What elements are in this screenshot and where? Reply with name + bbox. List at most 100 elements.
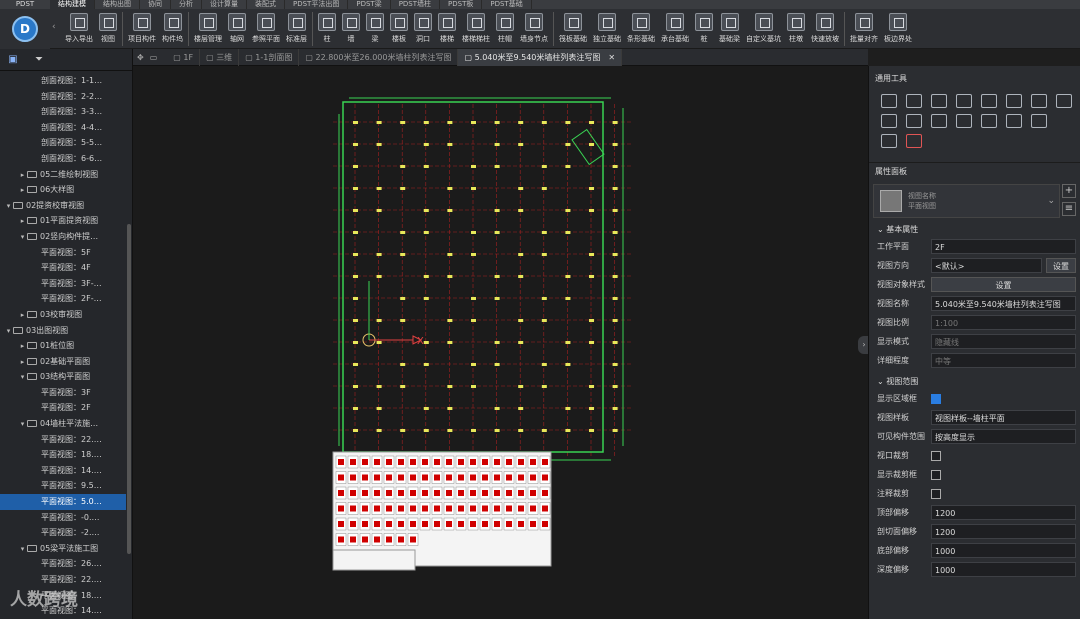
tool-button[interactable]: 项目构件 — [125, 9, 159, 49]
tool-button[interactable]: 洞口 — [411, 9, 435, 49]
tree-chevron-icon[interactable]: ▸ — [18, 355, 27, 371]
tree-folder[interactable]: ▾ 04墙柱平法施… — [0, 416, 126, 432]
tree-chevron-icon[interactable]: ▾ — [4, 199, 13, 215]
ribbon-tab[interactable]: PDST梁 — [348, 0, 391, 9]
tree-chevron-icon[interactable]: ▾ — [4, 324, 13, 340]
tree-item[interactable]: 平面视图：22.… — [0, 432, 126, 448]
tree-item[interactable]: 剖面视图：1-1… — [0, 73, 126, 89]
ribbon-tab[interactable]: 结构出图 — [95, 0, 140, 9]
tree-folder[interactable]: ▸ 02基础平面图 — [0, 354, 126, 370]
tree-folder[interactable]: ▸ 05二维绘制视图 — [0, 167, 126, 183]
tool-button[interactable]: 独立基础 — [590, 9, 624, 49]
tool-button[interactable]: 承台基础 — [658, 9, 692, 49]
tool-button[interactable]: 楼板 — [387, 9, 411, 49]
tree-chevron-icon[interactable]: ▾ — [18, 417, 27, 433]
tool-button[interactable]: 轴网 — [225, 9, 249, 49]
floor-plan-drawing[interactable]: X — [133, 66, 868, 619]
tool-button[interactable]: 楼层管理 — [191, 9, 225, 49]
delete-icon[interactable] — [1006, 114, 1022, 128]
ribbon-tab[interactable]: 分析 — [171, 0, 202, 9]
scale-icon[interactable] — [981, 114, 997, 128]
direction-settings-button[interactable]: 设置 — [1046, 258, 1076, 273]
settings-icon[interactable]: ≡ — [1062, 202, 1076, 216]
tree-folder[interactable]: ▸ 03校审视图 — [0, 307, 126, 323]
type-selector[interactable]: 视图名称 平面视图 ⌄ — [873, 184, 1060, 218]
measure-icon[interactable] — [1031, 114, 1047, 128]
trim-icon[interactable] — [881, 114, 897, 128]
ribbon-tab[interactable]: 结构建模 — [50, 0, 95, 9]
property-select[interactable]: 2F — [931, 239, 1076, 254]
ribbon-tab[interactable]: PDST平法出图 — [285, 0, 349, 9]
tree-folder[interactable]: ▸ 01平面提资视图 — [0, 213, 126, 229]
property-input[interactable]: 1000 — [931, 562, 1076, 577]
tree-chevron-icon[interactable]: ▸ — [18, 168, 27, 184]
move-icon[interactable]: ✥ — [137, 53, 144, 62]
tool-button[interactable]: 桩 — [692, 9, 716, 49]
tree-item[interactable]: 平面视图：5F — [0, 245, 126, 261]
property-input[interactable]: 1200 — [931, 505, 1076, 520]
tool-button[interactable]: 楼梯 — [435, 9, 459, 49]
tree-scrollbar[interactable] — [127, 224, 131, 554]
ribbon-tab[interactable]: PDST墙柱 — [391, 0, 441, 9]
tree-item[interactable]: 平面视图：14.… — [0, 463, 126, 479]
tree-folder[interactable]: ▸ 01桩位图 — [0, 338, 126, 354]
tool-button[interactable]: 柱墩 — [784, 9, 808, 49]
move-icon[interactable] — [881, 94, 897, 108]
view-tab[interactable]: ▢ 1-1剖面图 — [239, 49, 300, 66]
filter-icon[interactable]: ⏷ — [26, 49, 52, 71]
tree-item[interactable]: 平面视图：5.0… — [0, 494, 126, 510]
tree-chevron-icon[interactable]: ▸ — [18, 214, 27, 230]
tree-item[interactable]: 平面视图：2F-… — [0, 291, 126, 307]
tool-button[interactable]: 基础梁 — [716, 9, 743, 49]
array-icon[interactable] — [1031, 94, 1047, 108]
tree-folder[interactable]: ▾ 02提资校审视图 — [0, 198, 126, 214]
tree-chevron-icon[interactable]: ▾ — [18, 542, 27, 558]
close-icon[interactable]: ✕ — [608, 53, 615, 62]
tree-item[interactable]: 剖面视图：2-2… — [0, 89, 126, 105]
tree-chevron-icon[interactable]: ▾ — [18, 370, 27, 386]
tree-folder[interactable]: ▾ 05梁平法施工图 — [0, 541, 126, 557]
tree-folder[interactable]: ▾ 02竖向构件提… — [0, 229, 126, 245]
property-input[interactable]: 5.040米至9.540米墙柱列表注写图 — [931, 296, 1076, 311]
tool-button[interactable]: 批量对齐 — [847, 9, 881, 49]
ribbon-tab[interactable]: 协同 — [140, 0, 171, 9]
tool-button[interactable]: 墙 — [339, 9, 363, 49]
tool-button[interactable]: 墙身节点 — [517, 9, 551, 49]
tree-folder[interactable]: ▾ 03出图视图 — [0, 323, 126, 339]
tree-item[interactable]: 平面视图：18.… — [0, 447, 126, 463]
tool-button[interactable]: 柱帽 — [493, 9, 517, 49]
tool-button[interactable]: 条形基础 — [624, 9, 658, 49]
tree-item[interactable]: 平面视图：9.5… — [0, 478, 126, 494]
tree-item[interactable]: 剖面视图：4-4… — [0, 120, 126, 136]
tool-button[interactable]: 构件坞 — [159, 9, 186, 49]
filter-icon[interactable] — [906, 134, 922, 148]
tree-chevron-icon[interactable]: ▸ — [18, 183, 27, 199]
panel-toggle-icon[interactable]: ▣ — [0, 49, 26, 71]
align-icon[interactable] — [981, 94, 997, 108]
tool-button[interactable]: 导入导出 — [62, 9, 96, 49]
tool-button[interactable]: 板边界处 — [881, 9, 915, 49]
offset-icon[interactable] — [1006, 94, 1022, 108]
property-checkbox[interactable] — [931, 450, 941, 461]
view-tab[interactable]: ▢ 22.800米至26.000米墙柱列表注写图 — [299, 49, 459, 66]
copy-icon[interactable] — [906, 94, 922, 108]
tree-item[interactable]: 平面视图：3F — [0, 385, 126, 401]
property-checkbox[interactable] — [931, 393, 941, 404]
range-group-title[interactable]: ⌄ 视图范围 — [869, 374, 1080, 389]
view-tab[interactable]: ▢ 三维 — [200, 49, 240, 66]
tool-button[interactable]: 快速放坡 — [808, 9, 842, 49]
ribbon-tab[interactable]: PDST基础 — [482, 0, 532, 9]
app-logo[interactable]: D — [0, 9, 50, 49]
property-select[interactable]: 视图样板--墙柱平面 — [931, 410, 1076, 425]
split-icon[interactable] — [1056, 94, 1072, 108]
tool-button[interactable]: 楼梯梯柱 — [459, 9, 493, 49]
tree-chevron-icon[interactable]: ▸ — [18, 339, 27, 355]
view-tab[interactable]: ▢ 1F — [167, 49, 201, 66]
tree-folder[interactable]: ▸ 06大样图 — [0, 182, 126, 198]
tree-item[interactable]: 剖面视图：3-3… — [0, 104, 126, 120]
rotate-icon[interactable] — [931, 94, 947, 108]
tool-button[interactable]: 视图 — [96, 9, 120, 49]
property-select[interactable]: <默认> — [931, 258, 1042, 273]
tool-button[interactable]: 标准层 — [283, 9, 310, 49]
view-tab[interactable]: ▢ 5.040米至9.540米墙柱列表注写图 ✕ — [458, 49, 623, 66]
